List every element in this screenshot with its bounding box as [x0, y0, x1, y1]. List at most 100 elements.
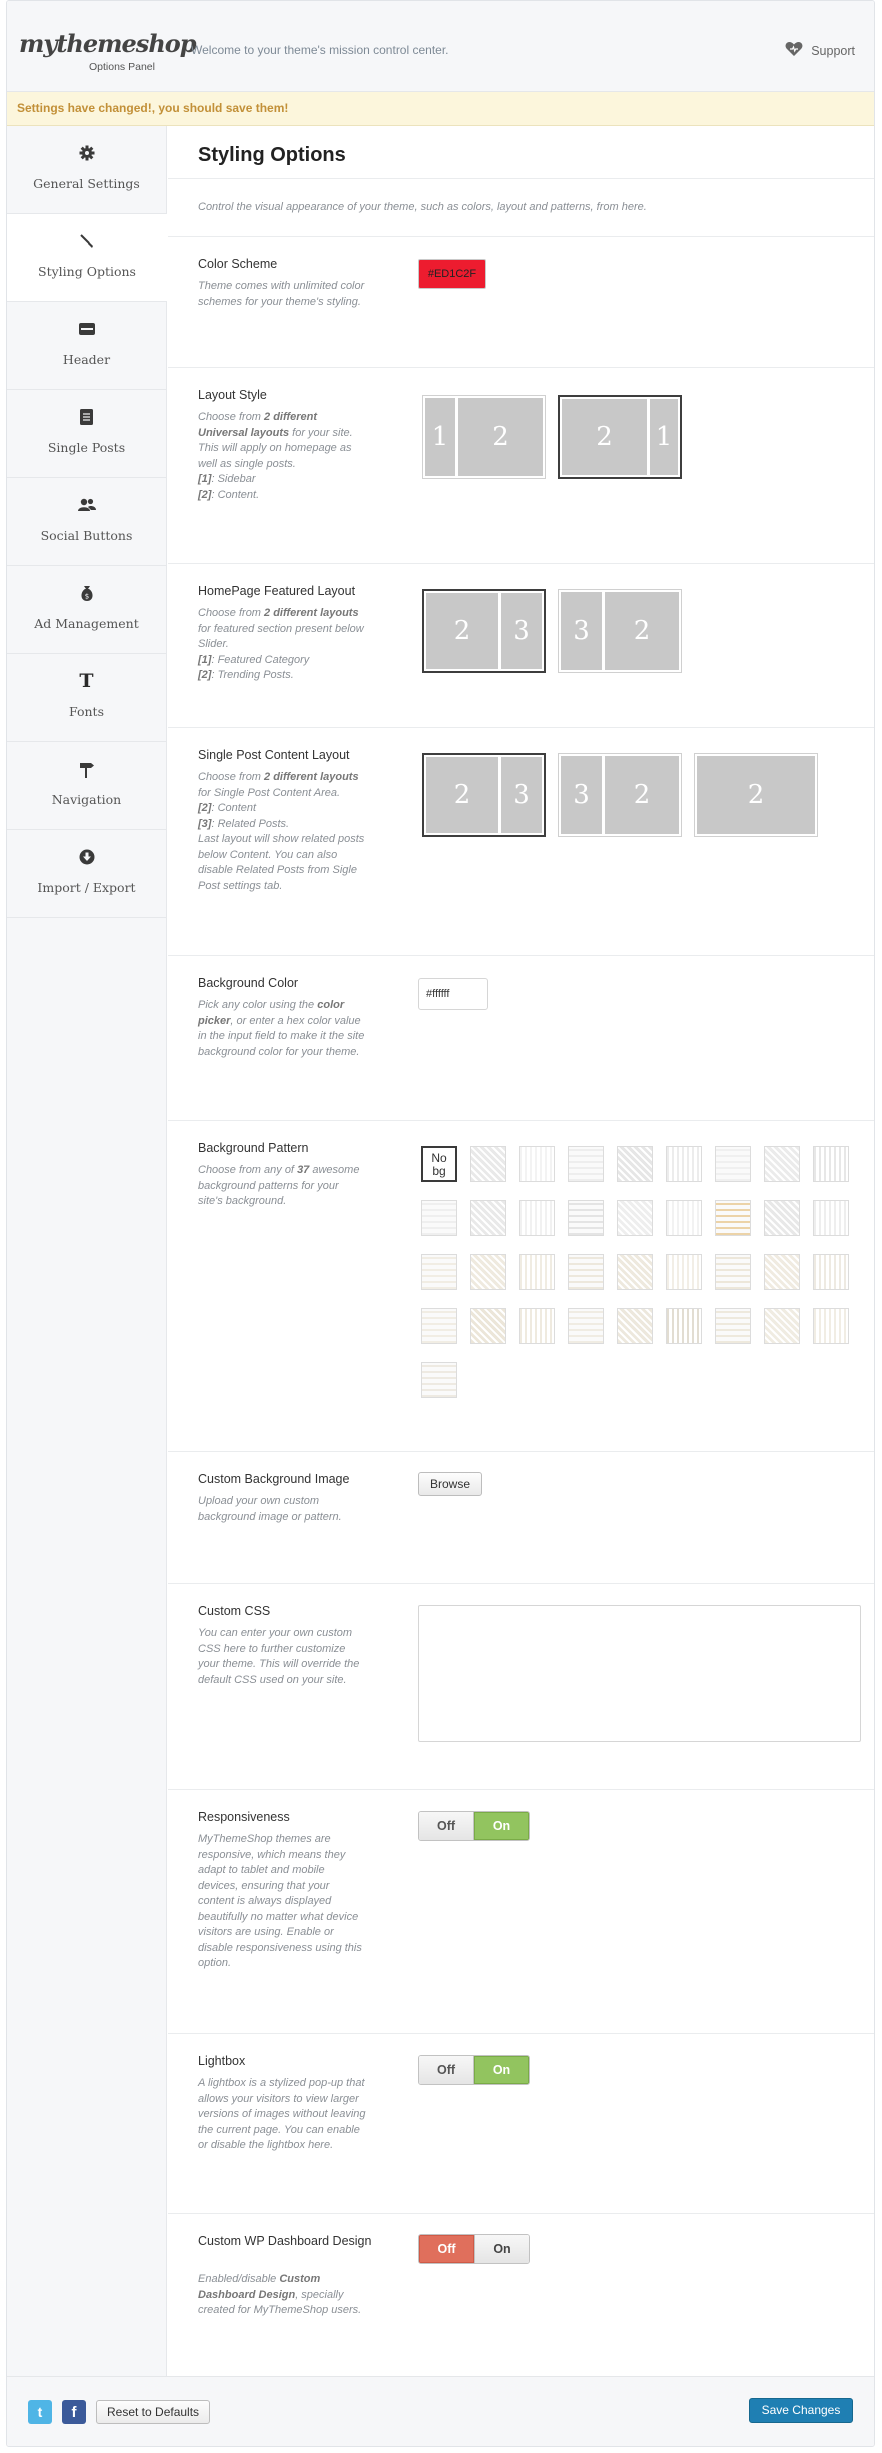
support-link[interactable]: Support: [785, 41, 855, 60]
pattern-swatch[interactable]: [617, 1308, 653, 1344]
layout-cell: 3: [561, 592, 602, 670]
layout-cell: 2: [458, 398, 543, 476]
top-bar: mythemeshop Options Panel Welcome to you…: [7, 1, 874, 92]
pattern-swatch[interactable]: [813, 1308, 849, 1344]
lightbox-toggle[interactable]: Off On: [418, 2055, 530, 2085]
option-title: Custom Background Image: [198, 1472, 350, 1486]
option-title: Custom WP Dashboard Design: [198, 2234, 372, 2248]
pattern-swatch[interactable]: [470, 1308, 506, 1344]
layout-cell: 2: [605, 756, 679, 834]
pattern-swatch[interactable]: [666, 1254, 702, 1290]
pattern-swatch[interactable]: [519, 1254, 555, 1290]
homepage-layout-option-2[interactable]: 3 2: [558, 589, 682, 673]
single-layout-option-2[interactable]: 3 2: [558, 753, 682, 837]
sidebar-item-fonts[interactable]: T Fonts: [7, 654, 166, 742]
pattern-swatch[interactable]: [568, 1308, 604, 1344]
pattern-swatch[interactable]: [470, 1146, 506, 1182]
option-description: A lightbox is a stylized pop-up that all…: [198, 2077, 366, 2151]
toggle-off-button[interactable]: Off: [419, 2056, 474, 2084]
pattern-swatch[interactable]: [421, 1254, 457, 1290]
facebook-icon[interactable]: f: [62, 2400, 86, 2424]
option-homepage-featured-layout: HomePage Featured Layout Choose from 2 d…: [168, 564, 874, 728]
pattern-swatch[interactable]: [764, 1308, 800, 1344]
toggle-off-button[interactable]: Off: [419, 1812, 474, 1840]
users-icon: [7, 496, 166, 514]
pattern-swatch[interactable]: [421, 1200, 457, 1236]
option-color-scheme: Color Scheme Theme comes with unlimited …: [168, 237, 874, 368]
custom-css-textarea[interactable]: [418, 1605, 861, 1742]
pattern-swatch[interactable]: [813, 1254, 849, 1290]
option-description: You can enter your own custom CSS here t…: [198, 1627, 360, 1686]
reset-defaults-button[interactable]: Reset to Defaults: [96, 2400, 211, 2424]
pattern-swatch[interactable]: [568, 1200, 604, 1236]
logo: mythemeshop: [19, 29, 197, 58]
pattern-swatch[interactable]: [617, 1200, 653, 1236]
toggle-off-button[interactable]: Off: [419, 2235, 474, 2263]
sidebar-item-label: Header: [62, 352, 111, 367]
sidebar-item-general-settings[interactable]: General Settings: [7, 126, 166, 214]
pattern-swatch[interactable]: [715, 1308, 751, 1344]
pattern-swatch[interactable]: [715, 1200, 751, 1236]
single-layout-option-3[interactable]: 2: [694, 753, 818, 837]
panel-body: General Settings Styling Options Header …: [7, 126, 874, 2376]
sidebar-item-import-export[interactable]: Import / Export: [7, 830, 166, 918]
pattern-swatch[interactable]: [421, 1308, 457, 1344]
layout-cell: 2: [426, 757, 498, 833]
single-layout-option-1[interactable]: 2 3: [422, 753, 546, 837]
responsiveness-toggle[interactable]: Off On: [418, 1811, 530, 1841]
browse-button[interactable]: Browse: [418, 1472, 482, 1496]
layout-cell: 2: [426, 593, 498, 669]
sidebar-item-navigation[interactable]: Navigation: [7, 742, 166, 830]
option-title: HomePage Featured Layout: [198, 584, 356, 598]
twitter-icon[interactable]: t: [28, 2400, 52, 2424]
option-background-pattern: Background Pattern Choose from any of 37…: [168, 1121, 874, 1452]
dashboard-toggle[interactable]: Off On: [418, 2234, 530, 2264]
sidebar-item-social-buttons[interactable]: Social Buttons: [7, 478, 166, 566]
pattern-swatch[interactable]: [470, 1200, 506, 1236]
pattern-swatch[interactable]: [519, 1146, 555, 1182]
pattern-swatch[interactable]: [666, 1308, 702, 1344]
pattern-no-bg[interactable]: No bg: [421, 1146, 457, 1182]
pattern-swatch[interactable]: [764, 1254, 800, 1290]
pattern-swatch[interactable]: [764, 1146, 800, 1182]
pattern-swatch[interactable]: [715, 1254, 751, 1290]
option-background-color: Background Color Pick any color using th…: [168, 956, 874, 1121]
pattern-swatch[interactable]: [470, 1254, 506, 1290]
pattern-swatch[interactable]: [519, 1200, 555, 1236]
layout-option-sidebar-right[interactable]: 2 1: [558, 395, 682, 479]
option-description: Choose from any of 37 awesome background…: [198, 1164, 360, 1207]
option-lightbox: Lightbox A lightbox is a stylized pop-up…: [168, 2034, 874, 2214]
sidebar-item-ad-management[interactable]: $ Ad Management: [7, 566, 166, 654]
sidebar-item-label: Styling Options: [38, 264, 136, 279]
save-changes-button[interactable]: Save Changes: [749, 2398, 853, 2423]
option-title: Background Color: [198, 976, 299, 990]
pattern-swatch[interactable]: [617, 1146, 653, 1182]
option-title: Lightbox: [198, 2054, 246, 2068]
pattern-swatch[interactable]: [519, 1308, 555, 1344]
pattern-swatch[interactable]: [715, 1146, 751, 1182]
download-icon: [7, 848, 166, 866]
pattern-swatch[interactable]: [421, 1362, 457, 1398]
pattern-swatch[interactable]: [813, 1200, 849, 1236]
sidebar-item-header[interactable]: Header: [7, 302, 166, 390]
signpost-icon: [7, 760, 166, 778]
pattern-swatch[interactable]: [764, 1200, 800, 1236]
layout-option-sidebar-left[interactable]: 1 2: [422, 395, 546, 479]
toggle-on-button[interactable]: On: [474, 1812, 529, 1840]
color-scheme-picker[interactable]: #ED1C2F: [418, 259, 486, 289]
option-description: Pick any color using the color picker, o…: [198, 999, 365, 1058]
sidebar-item-styling-options[interactable]: Styling Options: [7, 214, 167, 302]
option-description: Theme comes with unlimited color schemes…: [198, 280, 365, 308]
homepage-layout-option-1[interactable]: 2 3: [422, 589, 546, 673]
toggle-on-button[interactable]: On: [474, 2235, 529, 2263]
pattern-swatch[interactable]: [617, 1254, 653, 1290]
pattern-swatch[interactable]: [568, 1254, 604, 1290]
option-custom-dashboard: Custom WP Dashboard Design Enabled/disab…: [168, 2214, 874, 2380]
sidebar-item-single-posts[interactable]: Single Posts: [7, 390, 166, 478]
pattern-swatch[interactable]: [666, 1200, 702, 1236]
pattern-swatch[interactable]: [666, 1146, 702, 1182]
toggle-on-button[interactable]: On: [474, 2056, 529, 2084]
pattern-swatch[interactable]: [813, 1146, 849, 1182]
pattern-swatch[interactable]: [568, 1146, 604, 1182]
background-color-input[interactable]: #ffffff: [418, 978, 488, 1010]
